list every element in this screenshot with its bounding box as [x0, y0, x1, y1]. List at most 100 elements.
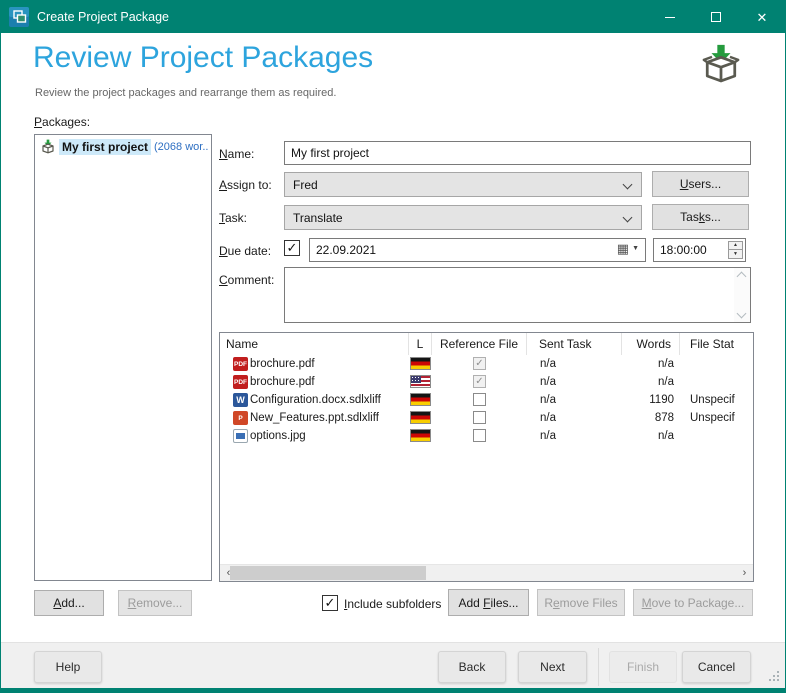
- minimize-button[interactable]: [647, 1, 693, 33]
- file-status-value: [680, 427, 753, 445]
- reference-file-checkbox[interactable]: [473, 429, 486, 442]
- due-time-input[interactable]: [654, 239, 724, 261]
- page-subtitle: Review the project packages and rearrang…: [35, 87, 337, 99]
- column-header-file-status[interactable]: File Stat: [680, 333, 753, 355]
- chevron-down-icon: [622, 212, 633, 223]
- time-spinner: ▲ ▼: [728, 241, 743, 259]
- dropdown-arrow-icon: ▼: [632, 245, 639, 252]
- page-title: Review Project Packages: [33, 41, 374, 74]
- scroll-right-arrow[interactable]: ›: [736, 565, 753, 581]
- task-label: Task:: [219, 211, 248, 225]
- sent-task-value: n/a: [540, 430, 556, 442]
- maximize-button[interactable]: [693, 1, 739, 33]
- file-status-value: Unspecif: [690, 394, 735, 406]
- flag-germany-icon: [410, 393, 431, 406]
- assign-to-combobox[interactable]: Fred: [284, 172, 642, 197]
- words-value: n/a: [658, 358, 674, 370]
- include-subfolders-label: Include subfolders: [344, 597, 442, 611]
- reference-file-checkbox[interactable]: ✓: [473, 357, 486, 370]
- assign-to-label: Assign to:: [219, 178, 272, 192]
- package-icon: [699, 43, 743, 87]
- finish-button[interactable]: Finish: [609, 651, 677, 683]
- files-table[interactable]: Name L Reference File Sent Task Words Fi…: [219, 332, 754, 582]
- file-row[interactable]: PDF brochure.pdf ✓ n/a n/a: [220, 373, 753, 391]
- window-title: Create Project Package: [37, 10, 170, 24]
- due-time-picker[interactable]: ▲ ▼: [653, 238, 746, 262]
- remove-package-button[interactable]: Remove...: [118, 590, 192, 616]
- reference-file-checkbox[interactable]: [473, 411, 486, 424]
- assign-to-value: Fred: [293, 177, 318, 192]
- column-header-sent-task[interactable]: Sent Task: [527, 333, 622, 355]
- spin-down-button[interactable]: ▼: [728, 250, 743, 259]
- titlebar[interactable]: Create Project Package ✕: [1, 1, 785, 33]
- scrollbar-thumb[interactable]: [230, 566, 426, 580]
- window-border: [1, 688, 785, 692]
- calendar-icon: ▦: [616, 241, 630, 256]
- task-value: Translate: [293, 210, 343, 225]
- packages-list[interactable]: My first project (2068 wor...: [34, 134, 212, 581]
- column-header-words[interactable]: Words: [622, 333, 680, 355]
- remove-files-button[interactable]: Remove Files: [537, 589, 625, 616]
- sent-task-value: n/a: [540, 358, 556, 370]
- arrow-down-icon: ▼: [733, 250, 738, 257]
- name-label: Name:: [219, 147, 255, 161]
- resize-grip-icon[interactable]: [768, 671, 779, 682]
- column-header-name[interactable]: Name: [220, 333, 409, 355]
- include-subfolders-checkbox[interactable]: ✓: [322, 595, 338, 611]
- packages-label: Packages:: [34, 115, 91, 129]
- file-name: brochure.pdf: [250, 376, 315, 388]
- name-input[interactable]: [284, 141, 751, 165]
- due-date-picker[interactable]: ▦ ▼: [309, 238, 646, 262]
- horizontal-scrollbar[interactable]: ‹ ›: [220, 564, 753, 581]
- spin-up-button[interactable]: ▲: [728, 241, 743, 250]
- cancel-button[interactable]: Cancel: [682, 651, 751, 683]
- task-combobox[interactable]: Translate: [284, 205, 642, 230]
- due-date-label: Due date:: [219, 244, 272, 258]
- comment-label: Comment:: [219, 273, 275, 287]
- back-button[interactable]: Back: [438, 651, 506, 683]
- sent-task-value: n/a: [540, 376, 556, 388]
- arrow-up-icon: ▲: [733, 242, 738, 248]
- flag-germany-icon: [410, 411, 431, 424]
- words-value: 878: [654, 412, 674, 424]
- create-project-package-dialog: Create Project Package ✕ Review Project …: [0, 0, 786, 693]
- scroll-down-icon: [736, 308, 747, 319]
- tasks-button[interactable]: Tasks...: [652, 204, 749, 230]
- file-row[interactable]: PDF brochure.pdf ✓ n/a n/a: [220, 355, 753, 373]
- add-files-button[interactable]: Add Files...: [448, 589, 529, 616]
- reference-file-checkbox[interactable]: [473, 393, 486, 406]
- flag-germany-icon: [410, 357, 431, 370]
- footer-bar: Help Back Next Finish Cancel: [1, 642, 785, 690]
- close-button[interactable]: ✕: [739, 1, 785, 33]
- comment-field[interactable]: [284, 267, 751, 323]
- sent-task-value: n/a: [540, 412, 556, 424]
- words-value: n/a: [658, 430, 674, 442]
- package-item-wordcount: (2068 wor...: [154, 141, 209, 153]
- reference-file-checkbox[interactable]: ✓: [473, 375, 486, 388]
- help-button[interactable]: Help: [34, 651, 102, 683]
- column-header-reference-file[interactable]: Reference File: [432, 333, 527, 355]
- file-name: Configuration.docx.sdlxliff: [250, 394, 381, 406]
- comment-scrollbar[interactable]: [734, 268, 750, 322]
- column-header-language[interactable]: L: [409, 333, 432, 355]
- words-value: 1190: [649, 394, 674, 406]
- due-date-checkbox[interactable]: ✓: [284, 240, 300, 256]
- package-list-item[interactable]: My first project (2068 wor...: [37, 137, 209, 157]
- due-date-input[interactable]: [310, 239, 610, 261]
- calendar-dropdown[interactable]: ▦ ▼: [617, 242, 639, 255]
- minimize-icon: [665, 16, 675, 18]
- file-name: brochure.pdf: [250, 358, 315, 370]
- file-row[interactable]: options.jpg n/a n/a: [220, 427, 753, 445]
- file-row[interactable]: W Configuration.docx.sdlxliff n/a 1190 U…: [220, 391, 753, 409]
- files-table-header: Name L Reference File Sent Task Words Fi…: [220, 333, 753, 355]
- file-row[interactable]: P New_Features.ppt.sdlxliff n/a 878 Unsp…: [220, 409, 753, 427]
- move-to-package-button[interactable]: Move to Package...: [633, 589, 753, 616]
- users-button[interactable]: Users...: [652, 171, 749, 197]
- words-value: n/a: [658, 376, 674, 388]
- check-icon: ✓: [475, 376, 484, 387]
- comment-textarea[interactable]: [285, 268, 733, 322]
- close-icon: ✕: [756, 9, 768, 25]
- add-package-button[interactable]: Add...: [34, 590, 104, 616]
- footer-divider: [598, 648, 599, 686]
- next-button[interactable]: Next: [518, 651, 587, 683]
